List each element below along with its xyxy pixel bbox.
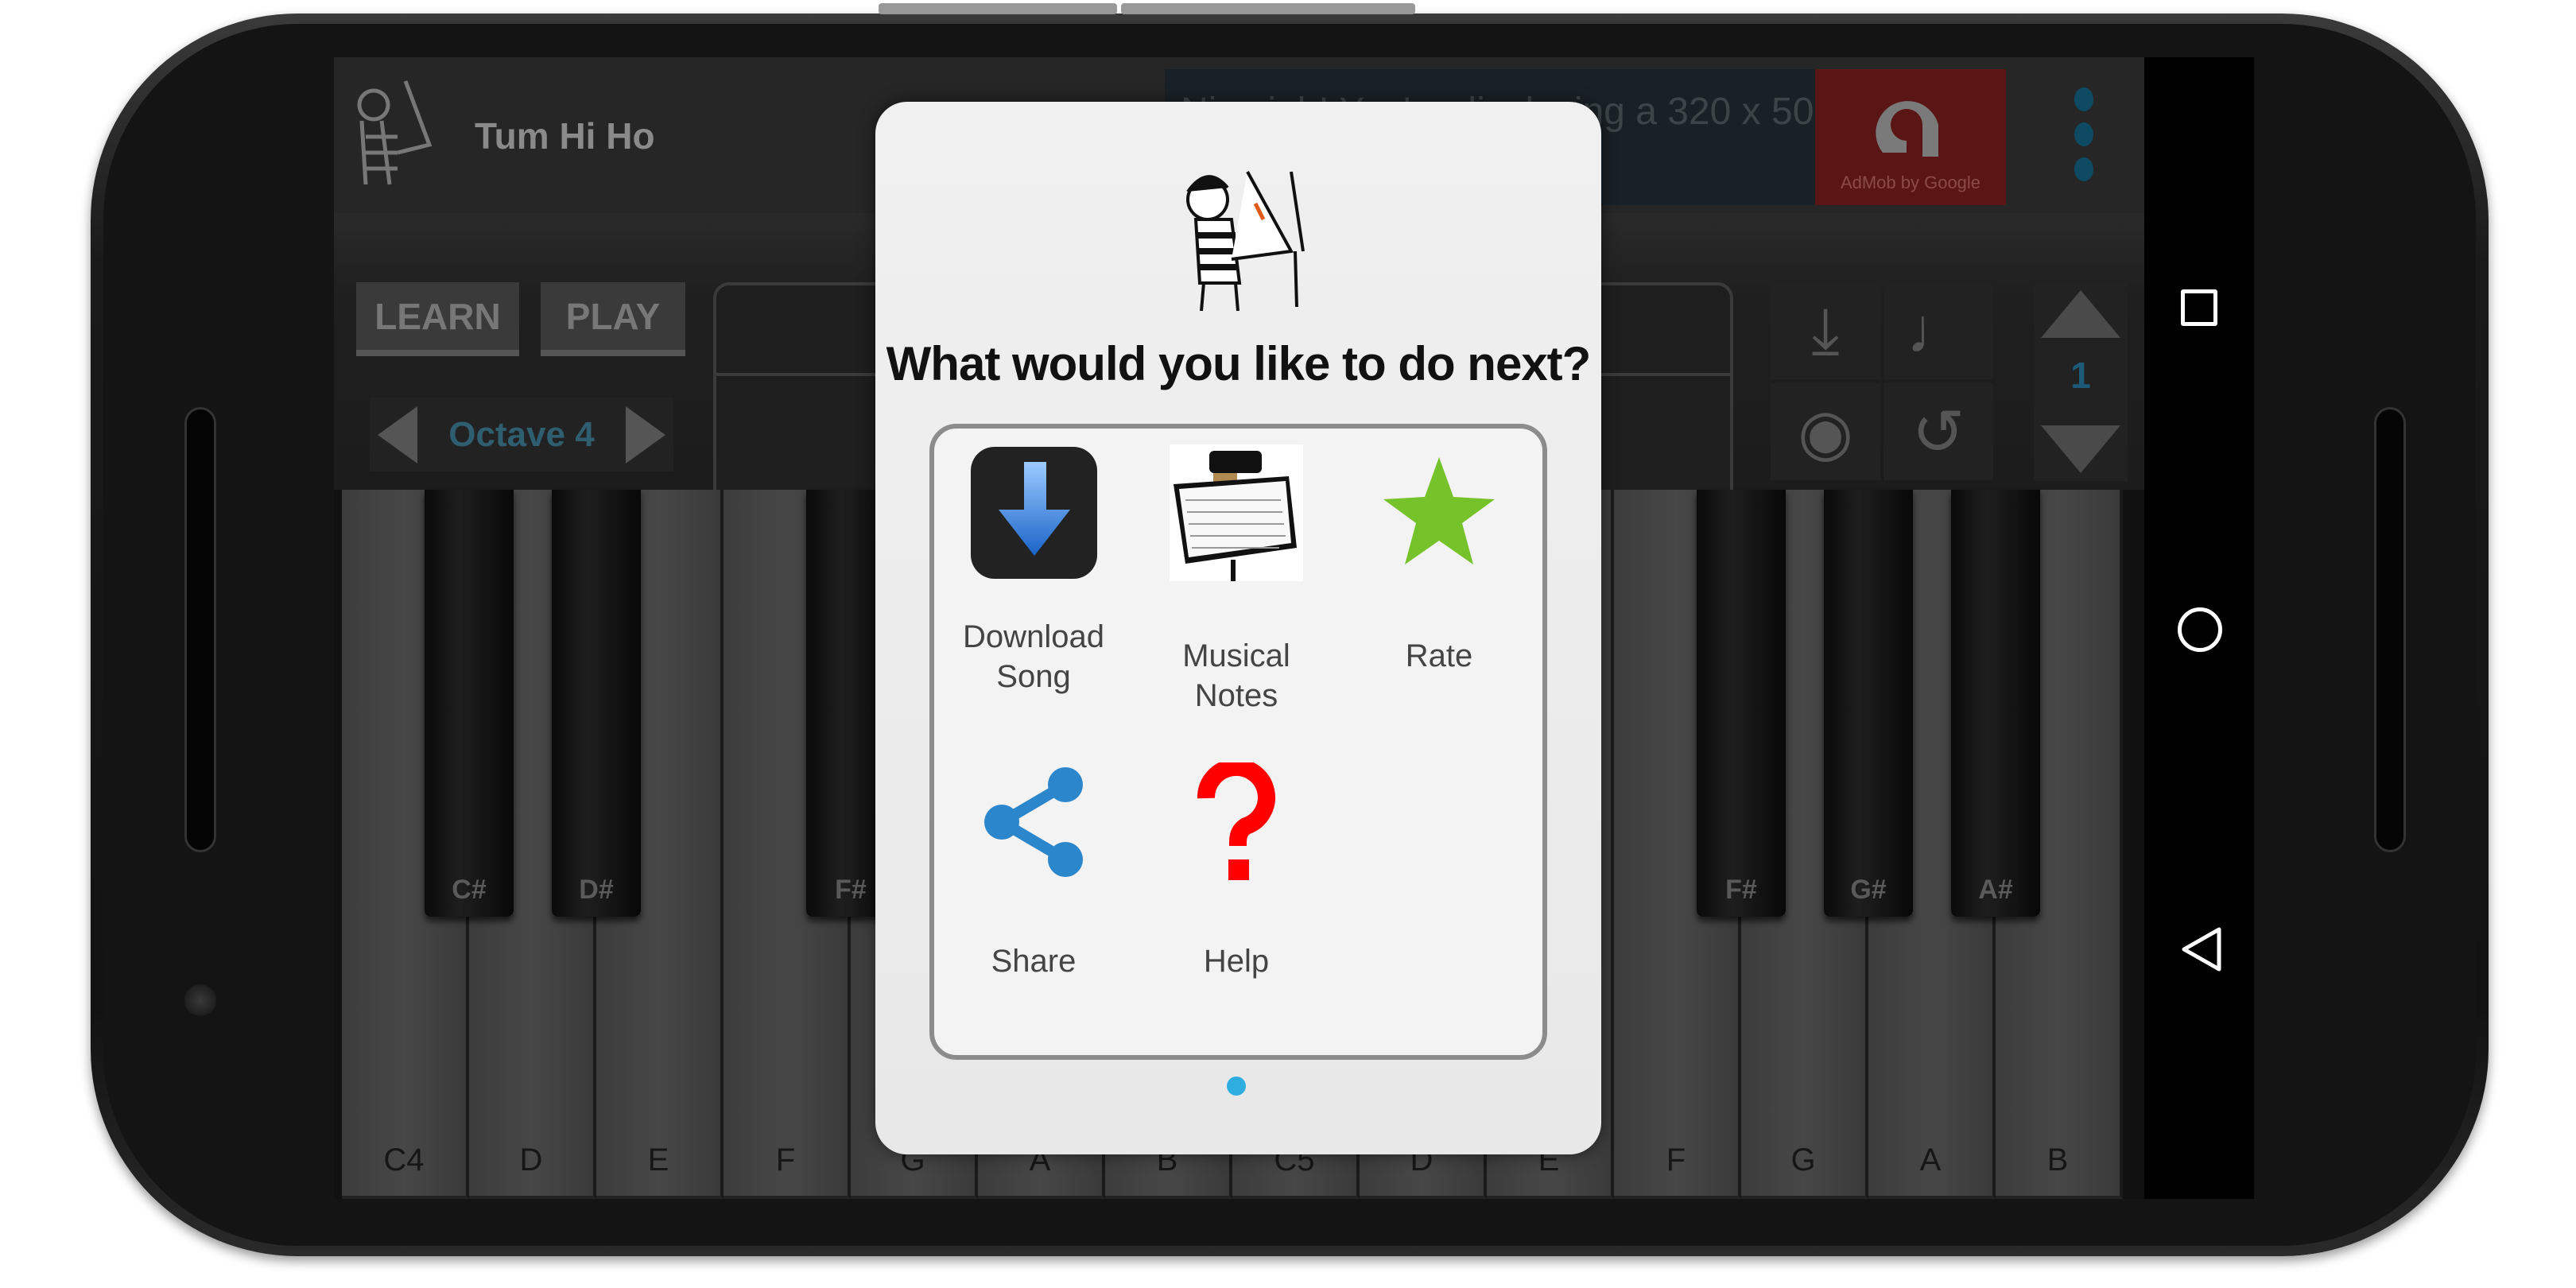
nav-bar [2144,57,2254,1199]
music-stand-icon [1170,444,1303,581]
song-title: Tum Hi Ho [475,115,655,157]
octave-label: Octave 4 [448,414,595,454]
key-label: C4 [383,1143,425,1177]
page-indicator-dot [1227,1077,1246,1096]
key-label: G [1790,1143,1816,1177]
share-icon [984,767,1083,877]
key-label: A [1919,1143,1942,1177]
option-rate[interactable]: Rate [1340,444,1538,676]
step-value: 1 [2070,355,2091,396]
replay-icon[interactable]: ↺ [1884,383,1993,480]
key-label: D [519,1143,543,1177]
black-key[interactable]: G# [1824,490,1913,917]
ad-brand: AdMob by Google [1840,173,1981,192]
speaker-left [184,407,216,852]
key-label: A# [1978,875,2013,905]
app-logo [357,80,433,185]
option-label: Musical Notes [1182,638,1290,713]
step-control: 1 [2034,282,2128,481]
key-label: F [1666,1143,1686,1177]
key-label: B [2046,1143,2069,1177]
options-grid: Download Song Musical Notes Rate Share H… [929,424,1547,1060]
black-key[interactable]: A# [1951,490,2040,917]
download-icon [970,447,1097,579]
admob-icon [1876,101,1938,157]
next-action-dialog: What would you like to do next? Download… [875,102,1601,1154]
option-label: Rate [1405,638,1473,673]
black-key[interactable]: F# [1697,490,1786,917]
admob-logo: AdMob by Google [1815,69,2006,205]
recents-icon[interactable] [2181,289,2217,326]
play-button[interactable]: PLAY [541,282,685,356]
option-help[interactable]: Help [1137,758,1336,981]
more-vertical-icon-dot [2074,157,2093,181]
more-vertical-icon[interactable] [2074,87,2093,111]
power-button [1121,3,1415,14]
home-icon[interactable] [2178,607,2222,652]
music-note-icon[interactable]: ♩ [1884,282,1993,379]
key-label: C# [452,875,487,905]
octave-selector: Octave 4 [370,398,673,471]
speaker-right [2374,407,2406,852]
octave-prev-icon[interactable] [378,405,417,464]
volume-button [879,3,1117,14]
more-vertical-icon-dot [2074,122,2093,146]
dialog-title: What would you like to do next? [886,337,1592,390]
question-icon [1197,758,1275,880]
key-label: D# [579,875,614,905]
option-label: Share [991,944,1077,979]
app-logo [1186,171,1305,312]
learn-button[interactable]: LEARN [356,282,519,356]
option-label: Help [1203,944,1270,979]
option-musical-notes[interactable]: Musical Notes [1137,444,1336,716]
octave-next-icon[interactable] [626,405,665,464]
black-key[interactable]: C# [425,490,514,917]
star-icon [1383,457,1495,564]
step-up-icon[interactable] [2041,290,2120,338]
key-label: F# [1725,875,1757,905]
key-label: E [647,1143,669,1177]
black-key[interactable]: D# [552,490,641,917]
download-icon[interactable]: ⤓ [1771,282,1880,379]
record-icon[interactable]: ◉ [1771,383,1880,480]
key-label: F [775,1143,796,1177]
step-down-icon[interactable] [2041,425,2120,473]
option-share[interactable]: Share [934,762,1133,981]
back-icon[interactable] [2179,925,2224,973]
option-label: Download Song [963,619,1104,694]
key-label: G# [1850,875,1887,905]
camera [184,984,216,1016]
option-download-song[interactable]: Download Song [934,444,1133,696]
